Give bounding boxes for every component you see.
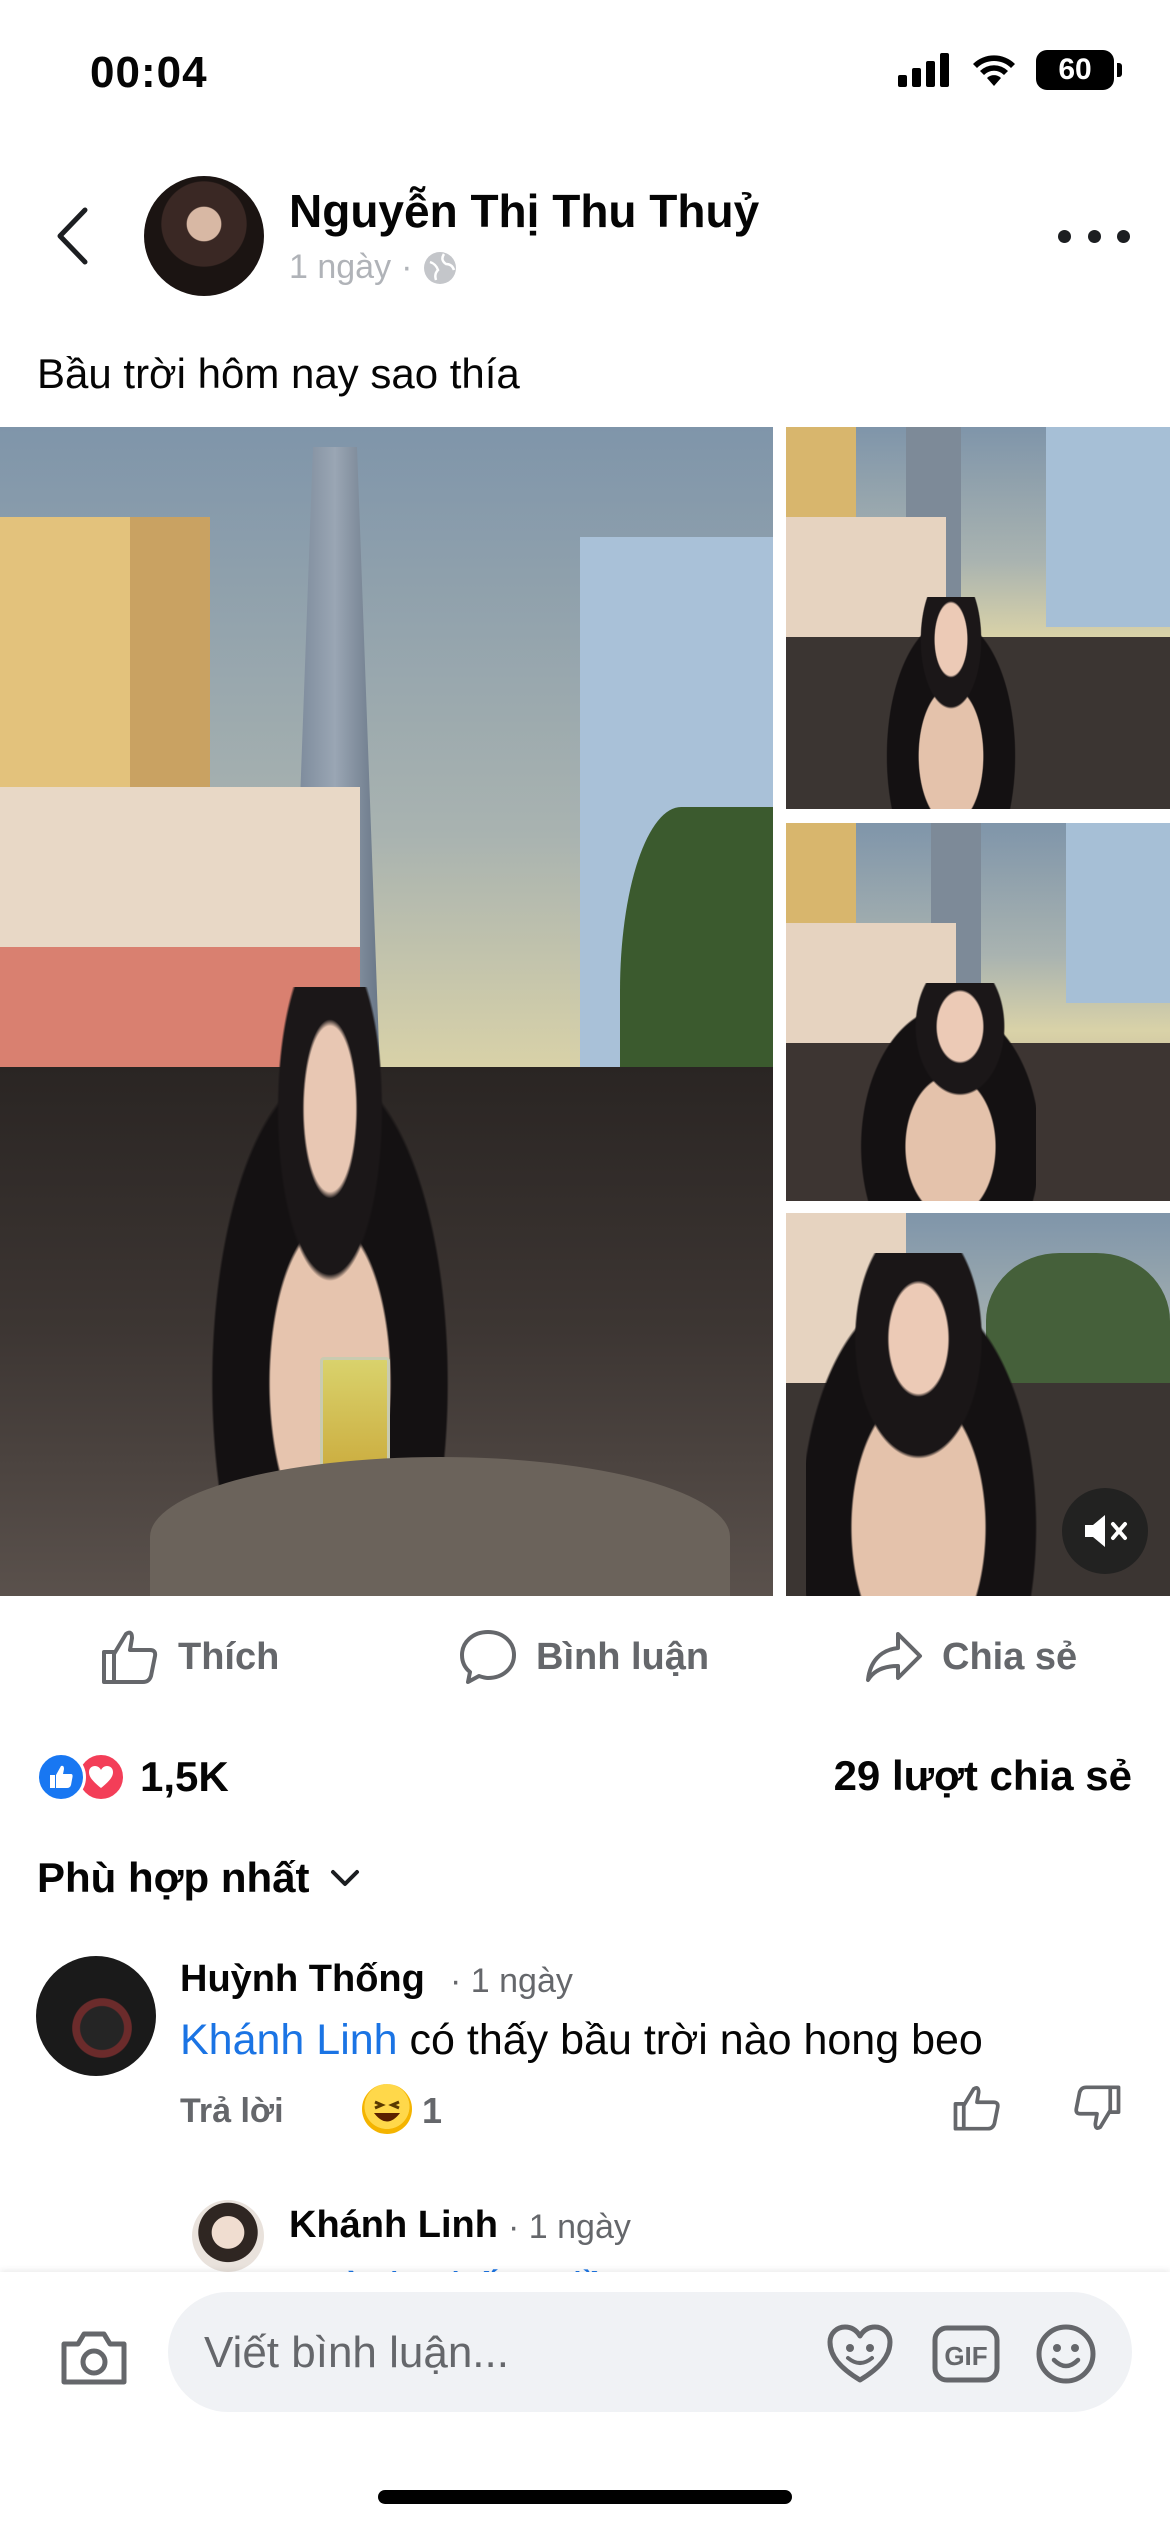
post-meta: 1 ngày ·	[289, 248, 458, 287]
author-avatar[interactable]	[144, 176, 264, 296]
signal-icon	[898, 53, 949, 87]
reply-avatar[interactable]	[192, 2200, 264, 2272]
comment-sort-dropdown[interactable]: Phù hợp nhất	[37, 1854, 360, 1902]
sort-label: Phù hợp nhất	[37, 1854, 310, 1901]
mute-button[interactable]	[1062, 1488, 1148, 1574]
home-indicator	[378, 2490, 792, 2504]
wifi-icon	[973, 55, 1015, 86]
post-photo-thumb-1[interactable]	[786, 427, 1170, 809]
gif-icon: GIF	[932, 2325, 1000, 2383]
reply-button[interactable]: Trả lời	[180, 2092, 284, 2131]
thumbs-down-icon	[1074, 2085, 1121, 2130]
downvote-button[interactable]	[1072, 2084, 1122, 2137]
sticker-icon	[827, 2324, 893, 2383]
post-photo-main[interactable]	[0, 427, 773, 1596]
thumbs-up-icon	[102, 1630, 158, 1684]
emoji-icon	[1036, 2324, 1096, 2384]
status-icons: 60	[898, 50, 1122, 90]
more-options-button[interactable]	[1058, 216, 1130, 256]
share-button[interactable]: Chia sẻ	[864, 1620, 1077, 1694]
like-reaction-icon	[36, 1752, 86, 1802]
haha-reaction-icon	[362, 2084, 412, 2134]
commenter-avatar[interactable]	[36, 1956, 156, 2076]
comment-button[interactable]: Bình luận	[458, 1620, 709, 1694]
camera-button[interactable]	[58, 2328, 130, 2393]
post-actions-bar: Thích Bình luận Chia sẻ	[0, 1620, 1170, 1694]
comment-time: · 1 ngày	[450, 1962, 573, 2000]
reply-time: · 1 ngày	[508, 2208, 631, 2246]
post-time[interactable]: 1 ngày	[289, 248, 391, 287]
globe-icon	[424, 251, 457, 284]
reaction-count: 1,5K	[140, 1753, 229, 1800]
post-photo-thumb-3[interactable]	[786, 1213, 1170, 1596]
chevron-left-icon	[57, 207, 88, 265]
chevron-down-icon	[330, 1870, 359, 1886]
post-text: Bầu trời hôm nay sao thía	[37, 350, 520, 397]
comment-composer: Viết bình luận... GIF	[0, 2272, 1170, 2532]
share-count[interactable]: 29 lượt chia sẻ	[834, 1752, 1132, 1800]
thumbs-up-icon	[953, 2086, 1000, 2131]
speaker-muted-icon	[1085, 1515, 1127, 1547]
status-time: 00:04	[90, 48, 208, 97]
comment-reaction-count: 1	[422, 2090, 443, 2131]
like-button[interactable]: Thích	[100, 1620, 279, 1694]
upvote-button[interactable]	[952, 2084, 1002, 2137]
sticker-button[interactable]	[824, 2322, 896, 2391]
comment-text: có thấy bầu trời nào hong beo	[397, 2016, 983, 2064]
back-button[interactable]	[44, 198, 100, 274]
comment-icon	[460, 1630, 516, 1684]
comment-mention[interactable]: Khánh Linh	[180, 2016, 398, 2064]
camera-icon	[61, 2331, 127, 2385]
share-label: Chia sẻ	[942, 1635, 1078, 1678]
comment-body: Khánh Linh có thấy bầu trời nào hong beo	[180, 2016, 983, 2065]
svg-text:GIF: GIF	[944, 2341, 987, 2371]
like-label: Thích	[178, 1635, 280, 1678]
battery-indicator: 60	[1036, 50, 1122, 90]
comment-input-placeholder: Viết bình luận...	[204, 2328, 509, 2377]
comment-input[interactable]: Viết bình luận... GIF	[168, 2292, 1132, 2412]
emoji-button[interactable]	[1030, 2322, 1102, 2391]
commenter-name[interactable]: Huỳnh Thống	[180, 1958, 425, 2001]
reply-author-name[interactable]: Khánh Linh	[289, 2204, 498, 2247]
reactions-summary[interactable]: 1,5K	[36, 1752, 229, 1802]
author-name[interactable]: Nguyễn Thị Thu Thuỷ	[289, 184, 759, 238]
share-icon	[866, 1632, 922, 1682]
meta-separator: ·	[401, 248, 413, 286]
gif-button[interactable]: GIF	[930, 2322, 1002, 2391]
post-photo-thumb-2[interactable]	[786, 823, 1170, 1201]
comment-label: Bình luận	[536, 1635, 710, 1678]
